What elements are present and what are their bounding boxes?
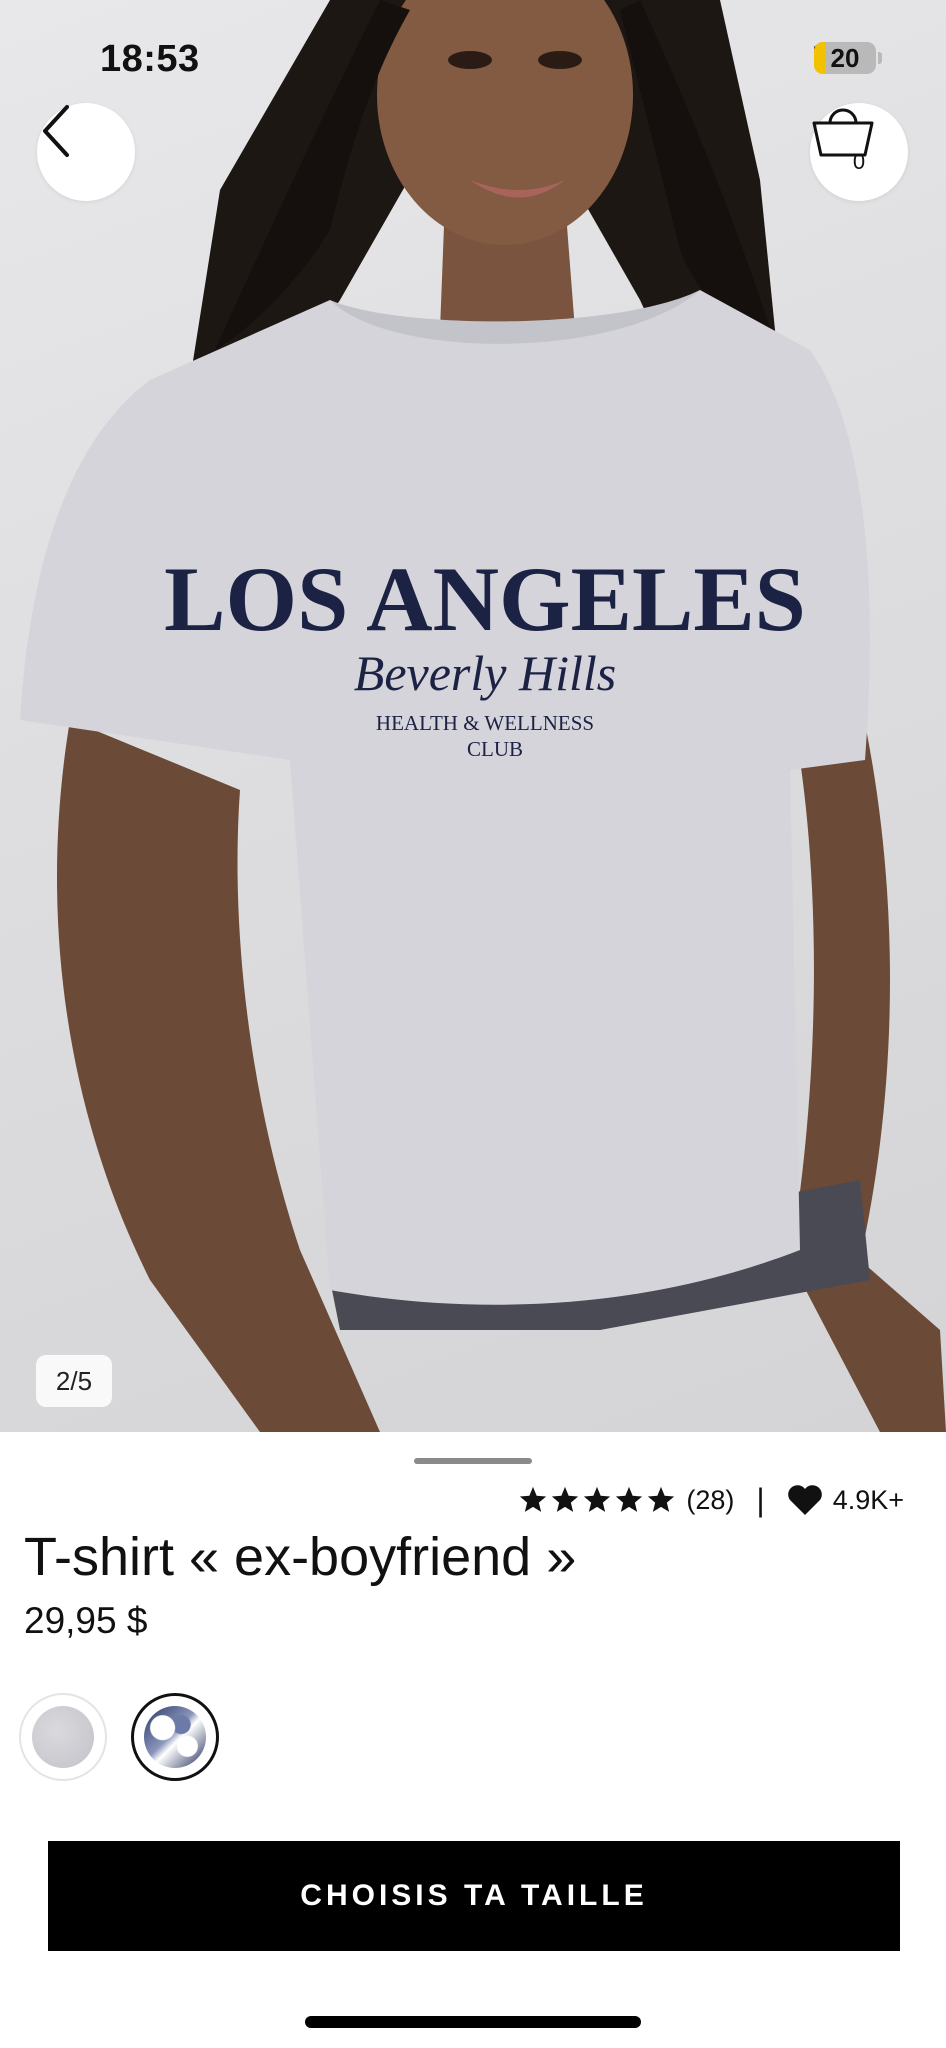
choose-size-button[interactable]: CHOISIS TA TAILLE [48,1841,900,1951]
shirt-print-la: LOS ANGELES [164,548,806,650]
swatch-tie-dye-dot [144,1706,206,1768]
battery-level: 20 [830,42,860,73]
shirt-print-sub1: HEALTH & WELLNESS [376,711,594,735]
back-button[interactable] [37,103,135,201]
star-icon [616,1486,643,1512]
color-swatch-tie-dye[interactable] [131,1693,219,1781]
battery-tip [878,52,882,64]
star-icon [648,1486,675,1512]
home-indicator [305,2016,641,2028]
shirt-print-sub2: CLUB [467,737,523,761]
rating-stars[interactable] [518,1485,676,1515]
rating-count[interactable]: (28) [686,1485,734,1516]
sheet-grab-handle[interactable] [414,1458,532,1464]
shirt-print-script: Beverly Hills [354,645,616,701]
product-price: 29,95 $ [24,1600,148,1641]
status-time: 18:53 [100,38,200,80]
heart-icon[interactable] [787,1484,823,1516]
product-image[interactable]: LOS ANGELES Beverly Hills HEALTH & WELLN… [0,0,946,1432]
model-photo: LOS ANGELES Beverly Hills HEALTH & WELLN… [20,0,946,1432]
likes-count: 4.9K+ [832,1484,904,1515]
chevron-left-icon [43,105,69,157]
meta-separator: | [756,1481,765,1518]
star-icon [584,1486,611,1512]
star-icon [552,1486,579,1512]
rating-row: (28) | 4.9K+ [518,1478,904,1522]
cart-count: 0 [852,149,866,174]
cart-button[interactable]: 0 [810,103,908,201]
product-title: T-shirt « ex-boyfriend » [24,1527,577,1587]
status-icons: 20 [814,42,882,74]
swatch-grey-dot [32,1706,94,1768]
star-icon [520,1486,547,1512]
battery-icon: 20 [814,42,876,74]
image-counter: 2/5 [36,1355,112,1407]
color-swatch-grey[interactable] [19,1693,107,1781]
